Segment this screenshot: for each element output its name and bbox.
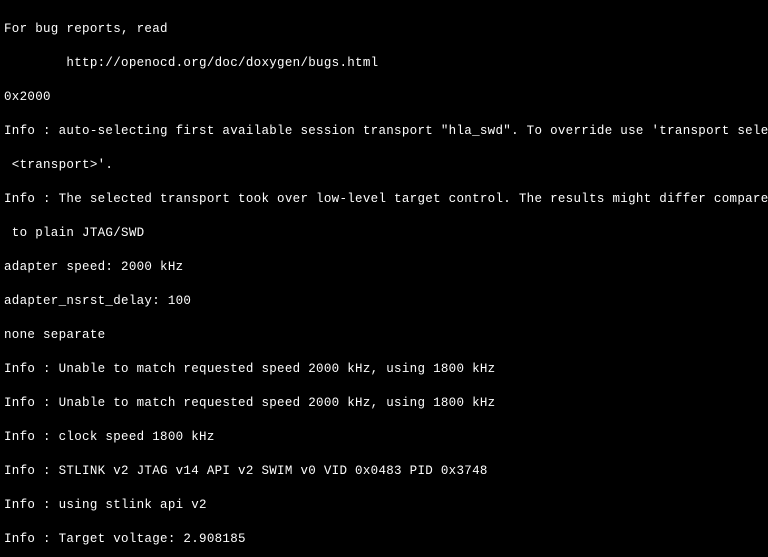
output-line: For bug reports, read bbox=[4, 21, 764, 38]
output-line: Info : The selected transport took over … bbox=[4, 191, 764, 208]
output-line: none separate bbox=[4, 327, 764, 344]
output-line: Info : STLINK v2 JTAG v14 API v2 SWIM v0… bbox=[4, 463, 764, 480]
output-line: Info : Target voltage: 2.908185 bbox=[4, 531, 764, 548]
terminal-output[interactable]: For bug reports, read http://openocd.org… bbox=[0, 0, 768, 557]
output-line: adapter speed: 2000 kHz bbox=[4, 259, 764, 276]
output-line: Info : auto-selecting first available se… bbox=[4, 123, 764, 140]
output-line: http://openocd.org/doc/doxygen/bugs.html bbox=[4, 55, 764, 72]
output-line: adapter_nsrst_delay: 100 bbox=[4, 293, 764, 310]
output-line: Info : Unable to match requested speed 2… bbox=[4, 395, 764, 412]
output-line: to plain JTAG/SWD bbox=[4, 225, 764, 242]
output-line: Info : Unable to match requested speed 2… bbox=[4, 361, 764, 378]
output-line: 0x2000 bbox=[4, 89, 764, 106]
output-line: Info : clock speed 1800 kHz bbox=[4, 429, 764, 446]
output-line: Info : using stlink api v2 bbox=[4, 497, 764, 514]
output-line: <transport>'. bbox=[4, 157, 764, 174]
